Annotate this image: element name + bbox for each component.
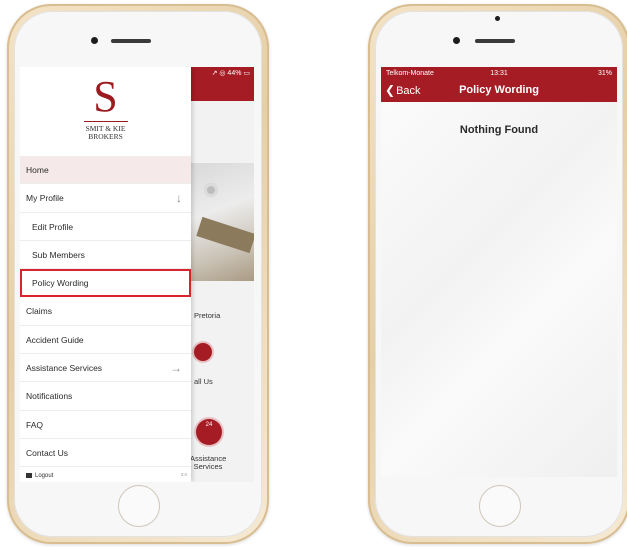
call-icon[interactable] xyxy=(194,343,212,361)
assistance-badge: 24 xyxy=(205,422,213,428)
logo-letter: S xyxy=(93,72,118,121)
menu-item-edit-profile[interactable]: Edit Profile xyxy=(20,213,191,241)
call-us-label[interactable]: all Us xyxy=(194,377,213,386)
menu-item-notifications[interactable]: Notifications xyxy=(20,382,191,411)
clock: 13:31 xyxy=(490,70,508,77)
menu-item-sub-members[interactable]: Sub Members xyxy=(20,241,191,270)
app-version: 3.0 xyxy=(180,472,187,477)
menu-item-label: FAQ xyxy=(26,419,44,430)
menu-item-contact-us[interactable]: Contact Us xyxy=(20,439,191,468)
content-area: Nothing Found xyxy=(381,102,617,477)
drawer-menu: Home My Profile ↓ Edit Profile Sub Members Po… xyxy=(20,156,191,468)
screen-left: ↗ ◎ 44% ▭ Pretoria all Us 24 Assistance … xyxy=(20,67,254,482)
home-button[interactable] xyxy=(118,485,160,527)
menu-item-accident-guide[interactable]: Accident Guide xyxy=(20,326,191,355)
menu-item-label: Contact Us xyxy=(26,447,69,458)
arrow-right-icon[interactable]: → xyxy=(170,354,182,382)
assistance-services-label[interactable]: Assistance Services xyxy=(190,455,226,471)
background-home-screen: ↗ ◎ 44% ▭ Pretoria all Us 24 Assistance … xyxy=(190,67,254,482)
logo-name-line2: BROKERS xyxy=(88,132,123,141)
menu-item-label: Policy Wording xyxy=(32,278,89,289)
menu-item-assistance-services[interactable]: Assistance Services → xyxy=(20,354,191,383)
background-banner-image xyxy=(190,163,254,281)
status-bar: Telkom-Monate 13:31 31% xyxy=(381,67,617,80)
front-camera-icon xyxy=(453,37,460,44)
location-label: Pretoria xyxy=(194,311,221,320)
brand-logo: S SMIT & KIE BROKERS xyxy=(20,67,191,152)
menu-item-label: Home xyxy=(26,165,49,175)
menu-item-label: Claims xyxy=(26,306,52,317)
tap-knob xyxy=(204,183,218,197)
menu-item-claims[interactable]: Claims xyxy=(20,297,191,326)
menu-item-home[interactable]: Home xyxy=(20,156,191,185)
proximity-sensor xyxy=(495,16,500,21)
arrow-down-icon[interactable]: ↓ xyxy=(176,184,182,212)
menu-item-faq[interactable]: FAQ xyxy=(20,411,191,439)
logout-icon xyxy=(26,473,32,478)
battery-level: 31% xyxy=(597,70,612,77)
menu-item-label: Edit Profile xyxy=(32,221,74,232)
logo-rule xyxy=(84,121,128,122)
menu-item-my-profile[interactable]: My Profile ↓ xyxy=(20,184,191,213)
assistance-24-icon[interactable]: 24 xyxy=(196,419,222,445)
home-button[interactable] xyxy=(479,485,521,527)
menu-item-label: Assistance Services xyxy=(26,363,103,374)
menu-item-label: My Profile xyxy=(26,193,64,204)
background-status-bar: ↗ ◎ 44% ▭ xyxy=(211,70,250,77)
empty-state-message: Nothing Found xyxy=(459,124,539,136)
menu-item-label: Sub Members xyxy=(32,249,85,260)
nav-bar: ❮Back Policy Wording xyxy=(381,80,617,102)
menu-item-label: Notifications xyxy=(26,391,73,402)
logout-label: Logout xyxy=(35,473,54,479)
screen-right: Telkom-Monate 13:31 31% ❮Back Policy Wor… xyxy=(381,67,617,477)
logout-button[interactable]: Logout xyxy=(26,471,53,481)
menu-item-label: Accident Guide xyxy=(26,334,84,345)
earpiece-speaker xyxy=(111,39,151,43)
menu-item-policy-wording[interactable]: Policy Wording xyxy=(20,269,191,298)
page-title: Policy Wording xyxy=(459,84,539,96)
navigation-drawer: S SMIT & KIE BROKERS Home My Profile ↓ Edit… xyxy=(20,67,191,482)
wood-beam xyxy=(196,216,254,254)
front-camera-icon xyxy=(91,37,98,44)
earpiece-speaker xyxy=(475,39,515,43)
